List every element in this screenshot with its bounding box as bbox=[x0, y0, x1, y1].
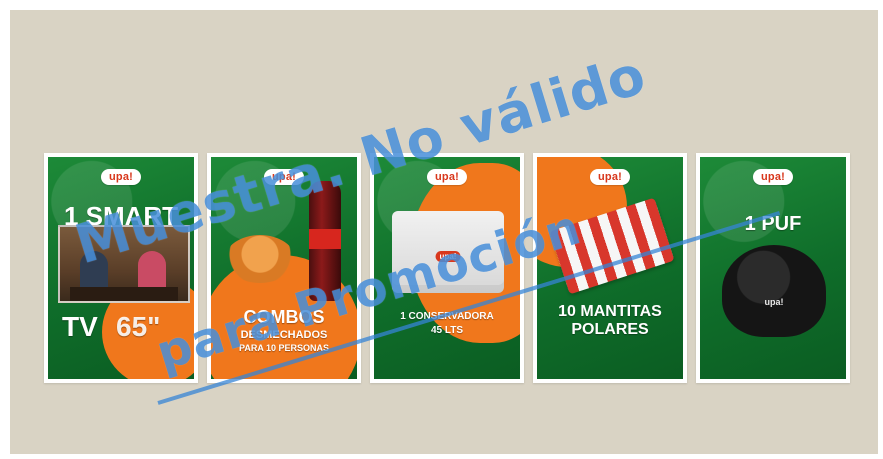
promo-card-blankets: upa! 10 MANTITAS POLARES bbox=[533, 153, 687, 383]
upa-logo: upa! bbox=[752, 169, 794, 185]
promo-card-background: upa! upa! 1 CONSERVADORA 45 LTS bbox=[374, 157, 520, 379]
table-shape bbox=[70, 287, 178, 301]
cooler-image: upa! bbox=[392, 211, 504, 293]
promo-card-smart-tv: upa! 1 SMART TV 65" bbox=[44, 153, 198, 383]
tv-photo-image bbox=[58, 225, 190, 303]
headline-top: 10 MANTITAS bbox=[558, 303, 662, 320]
promo-card-background: upa! 1 SMART TV 65" bbox=[48, 157, 194, 379]
headline-mid: DESMECHADOS bbox=[240, 329, 328, 341]
headline-bottom: POLARES bbox=[571, 321, 649, 338]
bottle-label bbox=[309, 229, 341, 249]
upa-logo: upa! bbox=[426, 169, 468, 185]
cola-bottle-image bbox=[309, 181, 341, 301]
promo-card-background: upa! 10 MANTITAS POLARES bbox=[537, 157, 683, 379]
promo-card-cooler: upa! upa! 1 CONSERVADORA 45 LTS bbox=[370, 153, 524, 383]
headline-top: COMBOS bbox=[243, 307, 325, 327]
upa-logo: upa! bbox=[100, 169, 142, 185]
chicken-food-image bbox=[225, 235, 295, 283]
promo-card-background: upa! 1 PUF upa! bbox=[700, 157, 846, 379]
promo-card-puf: upa! 1 PUF upa! bbox=[696, 153, 850, 383]
upa-logo: upa! bbox=[263, 169, 305, 185]
puf-logo: upa! bbox=[764, 297, 784, 307]
cooler-logo: upa! bbox=[435, 251, 461, 262]
puf-image: upa! bbox=[722, 245, 826, 337]
banner-canvas: upa! 1 SMART TV 65" upa! COMBOS DESMECHA… bbox=[10, 10, 878, 454]
tv-size-text: 65" bbox=[116, 311, 161, 342]
upa-logo: upa! bbox=[589, 169, 631, 185]
